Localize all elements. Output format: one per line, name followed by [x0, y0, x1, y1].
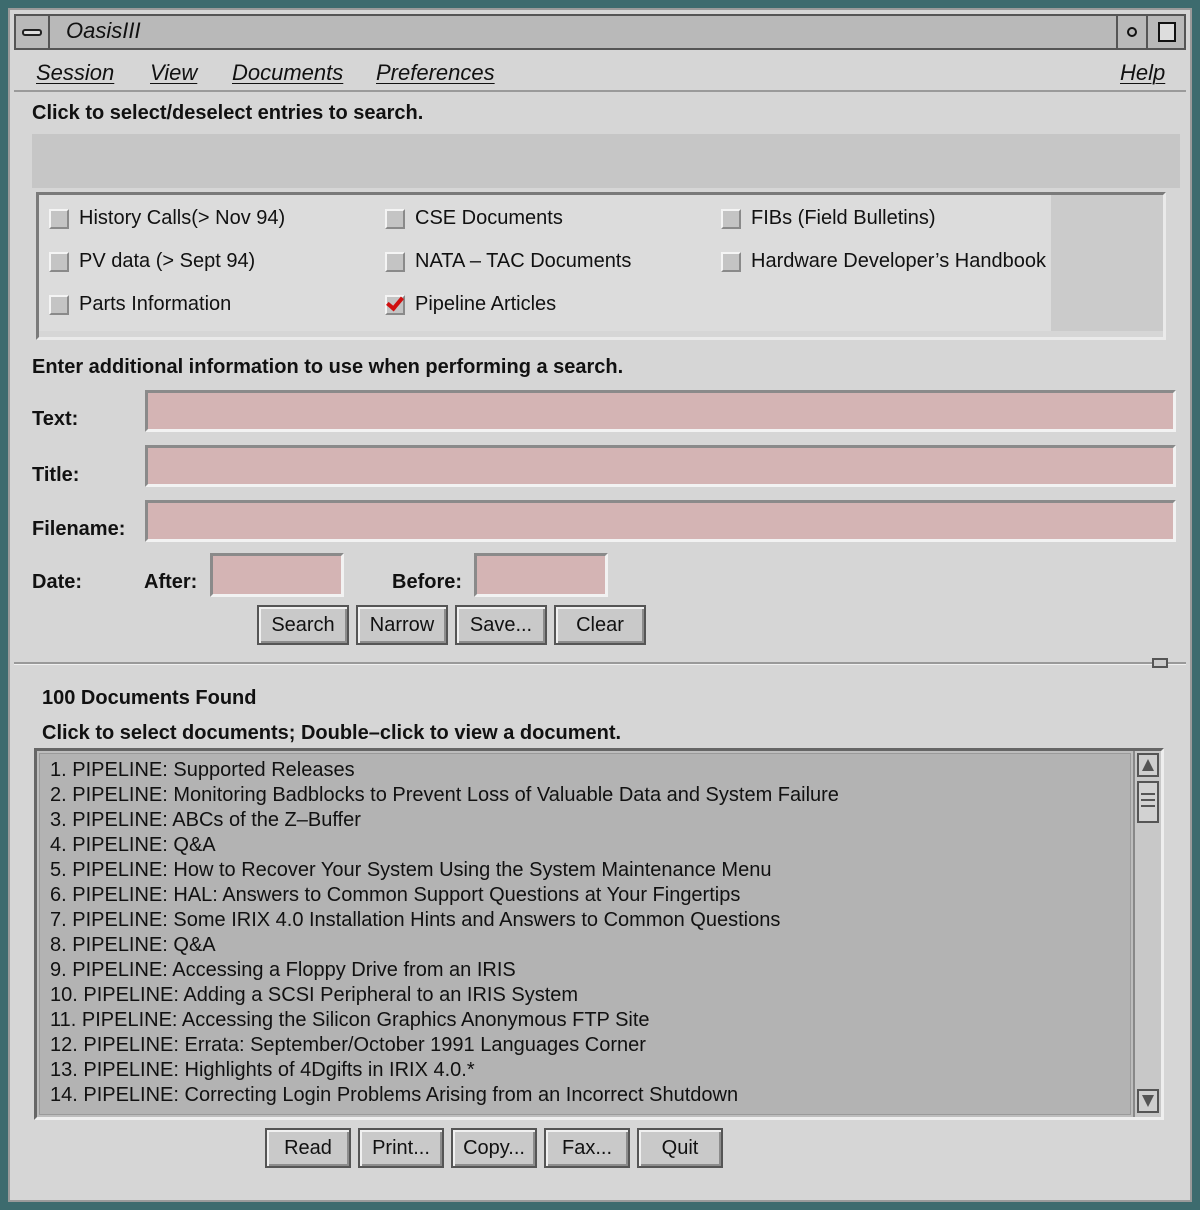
checkbox-icon — [49, 294, 69, 315]
filename-label: Filename: — [32, 518, 126, 540]
entry-label: PV data (> Sept 94) — [79, 250, 256, 272]
entry-hardware-handbook[interactable]: Hardware Developer’s Handbook — [721, 250, 1046, 273]
list-item[interactable]: 14. PIPELINE: Correcting Login Problems … — [50, 1083, 738, 1108]
entry-label: Parts Information — [79, 293, 232, 315]
arrow-up-icon — [1142, 759, 1154, 771]
checkbox-icon — [49, 251, 69, 272]
list-item[interactable]: 4. PIPELINE: Q&A — [50, 833, 216, 858]
checkbox-icon — [385, 208, 405, 229]
list-item[interactable]: 5. PIPELINE: How to Recover Your System … — [50, 858, 771, 883]
list-item[interactable]: 12. PIPELINE: Errata: September/October … — [50, 1033, 646, 1058]
search-instruction: Enter additional information to use when… — [32, 356, 624, 378]
results-scrollbar[interactable] — [1133, 751, 1161, 1117]
checkbox-icon — [49, 208, 69, 229]
menu-documents[interactable]: Documents — [232, 60, 343, 86]
list-item[interactable]: 3. PIPELINE: ABCs of the Z–Buffer — [50, 808, 361, 833]
search-button[interactable]: Search — [257, 605, 349, 645]
entry-label: Pipeline Articles — [415, 293, 557, 315]
entry-history-calls[interactable]: History Calls(> Nov 94) — [49, 207, 285, 230]
list-item[interactable]: 7. PIPELINE: Some IRIX 4.0 Installation … — [50, 908, 780, 933]
pane-sash-handle[interactable] — [1152, 658, 1168, 668]
read-button[interactable]: Read — [265, 1128, 351, 1168]
save-button[interactable]: Save... — [455, 605, 547, 645]
oasis-window: OasisIII Session View Documents Preferen… — [8, 8, 1192, 1202]
quit-button[interactable]: Quit — [637, 1128, 723, 1168]
entry-fibs[interactable]: FIBs (Field Bulletins) — [721, 207, 936, 230]
results-instruction: Click to select documents; Double–click … — [42, 722, 622, 744]
checkbox-icon — [721, 251, 741, 272]
fax-button[interactable]: Fax... — [544, 1128, 630, 1168]
filename-input[interactable] — [145, 500, 1176, 542]
before-date-input[interactable] — [474, 553, 608, 597]
text-label: Text: — [32, 408, 79, 430]
maximize-button[interactable] — [1150, 16, 1184, 48]
checkbox-icon — [385, 251, 405, 272]
window-title: OasisIII — [66, 18, 141, 43]
after-label: After: — [144, 571, 198, 593]
results-list[interactable]: 1. PIPELINE: Supported Releases 2. PIPEL… — [39, 753, 1131, 1115]
after-date-input[interactable] — [210, 553, 344, 597]
clear-button[interactable]: Clear — [554, 605, 646, 645]
results-count: 100 Documents Found — [42, 687, 257, 709]
date-label: Date: — [32, 571, 83, 593]
minimize-icon — [1127, 27, 1137, 37]
window-menu-button[interactable] — [16, 16, 50, 48]
entry-label: Hardware Developer’s Handbook — [751, 250, 1046, 272]
list-item[interactable]: 2. PIPELINE: Monitoring Badblocks to Pre… — [50, 783, 839, 808]
narrow-button[interactable]: Narrow — [356, 605, 448, 645]
copy-button[interactable]: Copy... — [451, 1128, 537, 1168]
scroll-up-button[interactable] — [1137, 753, 1159, 777]
maximize-icon — [1158, 22, 1176, 42]
list-item[interactable]: 1. PIPELINE: Supported Releases — [50, 758, 355, 783]
window-menu-icon — [22, 28, 42, 36]
entries-panel-filler — [1051, 195, 1163, 331]
menu-session[interactable]: Session — [36, 60, 114, 86]
list-item[interactable]: 10. PIPELINE: Adding a SCSI Peripheral t… — [50, 983, 578, 1008]
entries-panel: History Calls(> Nov 94) CSE Documents FI… — [36, 192, 1166, 340]
menu-bar: Session View Documents Preferences Help — [14, 52, 1186, 92]
list-item[interactable]: 11. PIPELINE: Accessing the Silicon Grap… — [50, 1008, 650, 1033]
entry-label: CSE Documents — [415, 207, 563, 229]
arrow-down-icon — [1142, 1095, 1154, 1107]
checkbox-icon — [721, 208, 741, 229]
entries-instruction: Click to select/deselect entries to sear… — [32, 102, 424, 124]
entry-cse-documents[interactable]: CSE Documents — [385, 207, 563, 230]
minimize-button[interactable] — [1116, 16, 1148, 48]
entry-pv-data[interactable]: PV data (> Sept 94) — [49, 250, 255, 273]
before-label: Before: — [392, 571, 463, 593]
scroll-thumb[interactable] — [1137, 781, 1159, 823]
title-input[interactable] — [145, 445, 1176, 487]
results-list-frame: 1. PIPELINE: Supported Releases 2. PIPEL… — [34, 748, 1164, 1120]
menu-preferences[interactable]: Preferences — [376, 60, 495, 86]
list-item[interactable]: 13. PIPELINE: Highlights of 4Dgifts in I… — [50, 1058, 475, 1083]
title-label: Title: — [32, 464, 80, 486]
menu-view[interactable]: View — [150, 60, 197, 86]
entry-label: FIBs (Field Bulletins) — [751, 207, 936, 229]
entry-pipeline-articles[interactable]: Pipeline Articles — [385, 293, 556, 316]
entry-label: NATA – TAC Documents — [415, 250, 632, 272]
entry-label: History Calls(> Nov 94) — [79, 207, 286, 229]
text-input[interactable] — [145, 390, 1176, 432]
checkbox-checked-icon — [385, 294, 405, 315]
entry-parts-information[interactable]: Parts Information — [49, 293, 231, 316]
menu-help[interactable]: Help — [1120, 60, 1165, 86]
scroll-down-button[interactable] — [1137, 1089, 1159, 1113]
list-item[interactable]: 8. PIPELINE: Q&A — [50, 933, 216, 958]
title-bar[interactable]: OasisIII — [14, 14, 1186, 50]
entry-nata-tac[interactable]: NATA – TAC Documents — [385, 250, 631, 273]
print-button[interactable]: Print... — [358, 1128, 444, 1168]
pane-separator — [14, 662, 1186, 665]
list-item[interactable]: 6. PIPELINE: HAL: Answers to Common Supp… — [50, 883, 740, 908]
entries-header-bar — [32, 134, 1180, 188]
list-item[interactable]: 9. PIPELINE: Accessing a Floppy Drive fr… — [50, 958, 516, 983]
